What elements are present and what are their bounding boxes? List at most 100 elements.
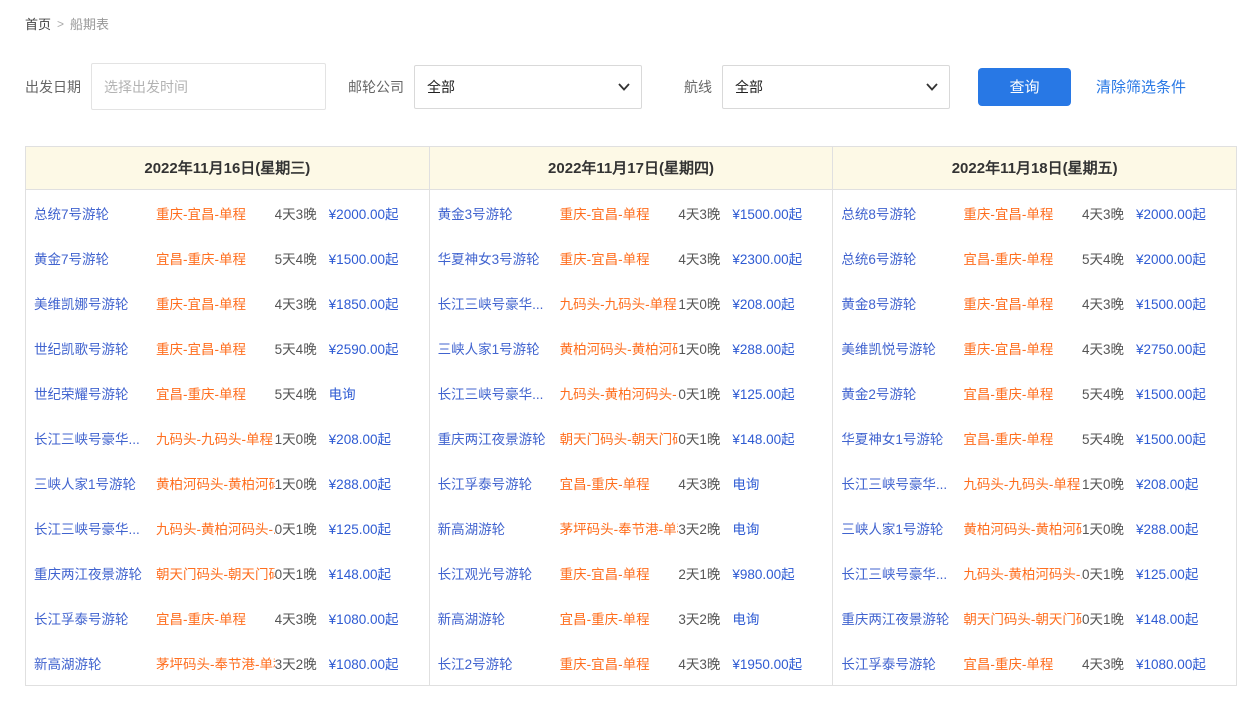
cruise-name-link[interactable]: 长江三峡号豪华... <box>34 428 156 448</box>
cruise-route-link[interactable]: 重庆-宜昌-单程 <box>560 653 679 673</box>
cruise-name-link[interactable]: 华夏神女1号游轮 <box>841 428 963 448</box>
cruise-route-link[interactable]: 宜昌-重庆-单程 <box>560 473 679 493</box>
cruise-route-link[interactable]: 黄柏河码头-黄柏河码... <box>156 473 275 493</box>
cruise-name-link[interactable]: 世纪凯歌号游轮 <box>34 338 156 358</box>
cruise-name-link[interactable]: 新高湖游轮 <box>438 608 560 628</box>
cruise-row[interactable]: 世纪凯歌号游轮重庆-宜昌-单程5天4晚¥2590.00起 <box>26 325 429 370</box>
cruise-name-link[interactable]: 美维凯娜号游轮 <box>34 293 156 313</box>
cruise-row[interactable]: 新高湖游轮宜昌-重庆-单程3天2晚电询 <box>430 595 833 640</box>
cruise-row[interactable]: 长江孚泰号游轮宜昌-重庆-单程4天3晚电询 <box>430 460 833 505</box>
cruise-name-link[interactable]: 重庆两江夜景游轮 <box>841 608 963 628</box>
clear-filters-link[interactable]: 清除筛选条件 <box>1096 76 1186 97</box>
cruise-name-link[interactable]: 华夏神女3号游轮 <box>438 248 560 268</box>
route-select[interactable]: 全部 <box>722 65 950 109</box>
cruise-route-link[interactable]: 重庆-宜昌-单程 <box>963 293 1082 313</box>
cruise-name-link[interactable]: 新高湖游轮 <box>34 653 156 673</box>
cruise-name-link[interactable]: 黄金8号游轮 <box>841 293 963 313</box>
cruise-row[interactable]: 世纪荣耀号游轮宜昌-重庆-单程5天4晚电询 <box>26 370 429 415</box>
cruise-name-link[interactable]: 长江观光号游轮 <box>438 563 560 583</box>
cruise-name-link[interactable]: 三峡人家1号游轮 <box>34 473 156 493</box>
cruise-route-link[interactable]: 茅坪码头-奉节港-单程 <box>560 518 679 538</box>
cruise-row[interactable]: 长江2号游轮重庆-宜昌-单程4天3晚¥1950.00起 <box>430 640 833 685</box>
cruise-name-link[interactable]: 长江孚泰号游轮 <box>34 608 156 628</box>
cruise-row[interactable]: 长江三峡号豪华...九码头-九码头-单程1天0晚¥208.00起 <box>833 460 1236 505</box>
cruise-row[interactable]: 长江三峡号豪华...九码头-九码头-单程1天0晚¥208.00起 <box>430 280 833 325</box>
cruise-route-link[interactable]: 黄柏河码头-黄柏河码... <box>963 518 1082 538</box>
cruise-row[interactable]: 华夏神女1号游轮宜昌-重庆-单程5天4晚¥1500.00起 <box>833 415 1236 460</box>
cruise-row[interactable]: 三峡人家1号游轮黄柏河码头-黄柏河码...1天0晚¥288.00起 <box>833 505 1236 550</box>
cruise-row[interactable]: 华夏神女3号游轮重庆-宜昌-单程4天3晚¥2300.00起 <box>430 235 833 280</box>
cruise-route-link[interactable]: 重庆-宜昌-单程 <box>560 563 679 583</box>
cruise-route-link[interactable]: 朝天门码头-朝天门码... <box>560 428 679 448</box>
cruise-name-link[interactable]: 世纪荣耀号游轮 <box>34 383 156 403</box>
cruise-name-link[interactable]: 三峡人家1号游轮 <box>841 518 963 538</box>
cruise-name-link[interactable]: 长江三峡号豪华... <box>34 518 156 538</box>
cruise-row[interactable]: 黄金2号游轮宜昌-重庆-单程5天4晚¥1500.00起 <box>833 370 1236 415</box>
cruise-route-link[interactable]: 宜昌-重庆-单程 <box>156 608 275 628</box>
cruise-route-link[interactable]: 九码头-黄柏河码头-... <box>156 518 275 538</box>
cruise-route-link[interactable]: 九码头-黄柏河码头-... <box>963 563 1082 583</box>
cruise-route-link[interactable]: 重庆-宜昌-单程 <box>156 338 275 358</box>
cruise-name-link[interactable]: 新高湖游轮 <box>438 518 560 538</box>
cruise-route-link[interactable]: 九码头-九码头-单程 <box>560 293 679 313</box>
cruise-row[interactable]: 美维凯娜号游轮重庆-宜昌-单程4天3晚¥1850.00起 <box>26 280 429 325</box>
cruise-row[interactable]: 重庆两江夜景游轮朝天门码头-朝天门码...0天1晚¥148.00起 <box>430 415 833 460</box>
cruise-name-link[interactable]: 长江孚泰号游轮 <box>841 653 963 673</box>
cruise-name-link[interactable]: 总统8号游轮 <box>841 203 963 223</box>
cruise-row[interactable]: 长江孚泰号游轮宜昌-重庆-单程4天3晚¥1080.00起 <box>26 595 429 640</box>
cruise-row[interactable]: 长江三峡号豪华...九码头-九码头-单程1天0晚¥208.00起 <box>26 415 429 460</box>
cruise-route-link[interactable]: 宜昌-重庆-单程 <box>156 383 275 403</box>
cruise-name-link[interactable]: 黄金7号游轮 <box>34 248 156 268</box>
cruise-name-link[interactable]: 总统7号游轮 <box>34 203 156 223</box>
cruise-route-link[interactable]: 黄柏河码头-黄柏河码... <box>560 338 679 358</box>
cruise-name-link[interactable]: 美维凯悦号游轮 <box>841 338 963 358</box>
cruise-route-link[interactable]: 重庆-宜昌-单程 <box>963 203 1082 223</box>
cruise-row[interactable]: 黄金3号游轮重庆-宜昌-单程4天3晚¥1500.00起 <box>430 190 833 235</box>
cruise-row[interactable]: 总统8号游轮重庆-宜昌-单程4天3晚¥2000.00起 <box>833 190 1236 235</box>
cruise-name-link[interactable]: 重庆两江夜景游轮 <box>34 563 156 583</box>
cruise-name-link[interactable]: 长江三峡号豪华... <box>841 473 963 493</box>
cruise-row[interactable]: 重庆两江夜景游轮朝天门码头-朝天门码...0天1晚¥148.00起 <box>833 595 1236 640</box>
cruise-route-link[interactable]: 重庆-宜昌-单程 <box>560 248 679 268</box>
cruise-row[interactable]: 三峡人家1号游轮黄柏河码头-黄柏河码...1天0晚¥288.00起 <box>430 325 833 370</box>
breadcrumb-home-link[interactable]: 首页 <box>25 14 51 33</box>
cruise-name-link[interactable]: 黄金2号游轮 <box>841 383 963 403</box>
cruise-route-link[interactable]: 九码头-九码头-单程 <box>963 473 1082 493</box>
search-button[interactable]: 查询 <box>978 68 1071 106</box>
cruise-row[interactable]: 总统6号游轮宜昌-重庆-单程5天4晚¥2000.00起 <box>833 235 1236 280</box>
cruise-name-link[interactable]: 长江三峡号豪华... <box>841 563 963 583</box>
cruise-row[interactable]: 三峡人家1号游轮黄柏河码头-黄柏河码...1天0晚¥288.00起 <box>26 460 429 505</box>
departure-date-input[interactable] <box>91 63 326 110</box>
cruise-row[interactable]: 美维凯悦号游轮重庆-宜昌-单程4天3晚¥2750.00起 <box>833 325 1236 370</box>
cruise-route-link[interactable]: 宜昌-重庆-单程 <box>963 653 1082 673</box>
cruise-row[interactable]: 新高湖游轮茅坪码头-奉节港-单程3天2晚¥1080.00起 <box>26 640 429 685</box>
cruise-route-link[interactable]: 重庆-宜昌-单程 <box>560 203 679 223</box>
cruise-row[interactable]: 总统7号游轮重庆-宜昌-单程4天3晚¥2000.00起 <box>26 190 429 235</box>
cruise-route-link[interactable]: 宜昌-重庆-单程 <box>156 248 275 268</box>
cruise-route-link[interactable]: 茅坪码头-奉节港-单程 <box>156 653 275 673</box>
cruise-row[interactable]: 黄金7号游轮宜昌-重庆-单程5天4晚¥1500.00起 <box>26 235 429 280</box>
cruise-row[interactable]: 黄金8号游轮重庆-宜昌-单程4天3晚¥1500.00起 <box>833 280 1236 325</box>
cruise-row[interactable]: 长江孚泰号游轮宜昌-重庆-单程4天3晚¥1080.00起 <box>833 640 1236 685</box>
cruise-name-link[interactable]: 黄金3号游轮 <box>438 203 560 223</box>
cruise-route-link[interactable]: 宜昌-重庆-单程 <box>963 383 1082 403</box>
cruise-company-select[interactable]: 全部 <box>414 65 642 109</box>
cruise-row[interactable]: 长江三峡号豪华...九码头-黄柏河码头-...0天1晚¥125.00起 <box>833 550 1236 595</box>
cruise-route-link[interactable]: 九码头-黄柏河码头-... <box>560 383 679 403</box>
cruise-row[interactable]: 长江三峡号豪华...九码头-黄柏河码头-...0天1晚¥125.00起 <box>26 505 429 550</box>
cruise-name-link[interactable]: 长江2号游轮 <box>438 653 560 673</box>
cruise-route-link[interactable]: 朝天门码头-朝天门码... <box>963 608 1082 628</box>
cruise-row[interactable]: 长江观光号游轮重庆-宜昌-单程2天1晚¥980.00起 <box>430 550 833 595</box>
cruise-route-link[interactable]: 宜昌-重庆-单程 <box>560 608 679 628</box>
cruise-row[interactable]: 重庆两江夜景游轮朝天门码头-朝天门码...0天1晚¥148.00起 <box>26 550 429 595</box>
cruise-route-link[interactable]: 重庆-宜昌-单程 <box>156 293 275 313</box>
cruise-row[interactable]: 长江三峡号豪华...九码头-黄柏河码头-...0天1晚¥125.00起 <box>430 370 833 415</box>
cruise-route-link[interactable]: 朝天门码头-朝天门码... <box>156 563 275 583</box>
cruise-route-link[interactable]: 重庆-宜昌-单程 <box>156 203 275 223</box>
cruise-name-link[interactable]: 长江三峡号豪华... <box>438 383 560 403</box>
cruise-name-link[interactable]: 总统6号游轮 <box>841 248 963 268</box>
cruise-route-link[interactable]: 重庆-宜昌-单程 <box>963 338 1082 358</box>
cruise-route-link[interactable]: 九码头-九码头-单程 <box>156 428 275 448</box>
cruise-name-link[interactable]: 长江三峡号豪华... <box>438 293 560 313</box>
cruise-name-link[interactable]: 三峡人家1号游轮 <box>438 338 560 358</box>
